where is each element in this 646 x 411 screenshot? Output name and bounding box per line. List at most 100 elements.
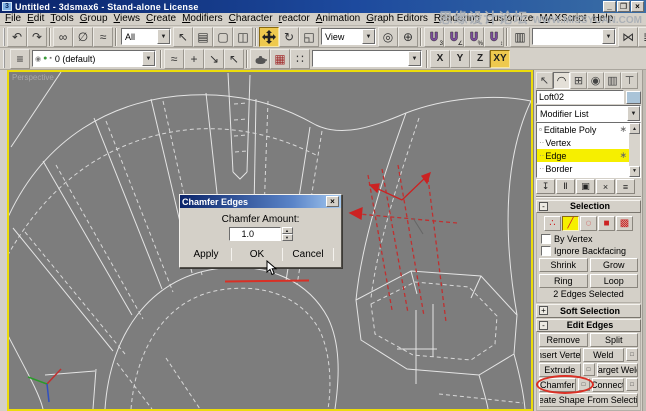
split-button[interactable]: Split <box>590 333 639 347</box>
axis-x-button[interactable]: X <box>430 50 450 68</box>
amount-spinner[interactable]: ▲ ▼ <box>282 227 293 241</box>
scroll-up-icon[interactable]: ▲ <box>629 123 640 134</box>
chevron-down-icon[interactable]: ▼ <box>142 51 155 66</box>
menu-character[interactable]: Character <box>226 13 276 25</box>
menu-group[interactable]: Group <box>77 13 111 25</box>
show-end-result-icon[interactable]: Ⅱ <box>556 179 575 194</box>
snap-toggle-3d-icon[interactable]: 3 <box>424 27 444 47</box>
tab-motion[interactable]: ◉ <box>587 72 604 89</box>
dialog-close-icon[interactable]: × <box>326 196 339 207</box>
element-icon[interactable]: ▩ <box>616 216 633 231</box>
menu-customize[interactable]: Customize <box>483 13 536 25</box>
mirror-icon[interactable]: ⋈ <box>618 27 638 47</box>
dialog-title-bar[interactable]: Chamfer Edges × <box>180 195 341 208</box>
stack-row-border[interactable]: ··Border <box>537 162 629 175</box>
stack-row-editable-poly[interactable]: ▫Editable Poly∗ <box>537 123 629 136</box>
remove-modifier-icon[interactable]: × <box>596 179 615 194</box>
edit-edges-rollout-header[interactable]: - Edit Edges <box>536 319 641 332</box>
selection-rollout-header[interactable]: - Selection <box>536 200 641 213</box>
window-crossing-icon[interactable]: ◫ <box>233 27 253 47</box>
menu-views[interactable]: Views <box>111 13 144 25</box>
create-shape-button[interactable]: Create Shape From Selection <box>539 393 638 407</box>
panel-scrollbar[interactable] <box>642 70 646 411</box>
vertex-icon[interactable]: ∴ <box>544 216 561 231</box>
modifier-list-dropdown[interactable]: Modifier List ▼ <box>536 105 641 122</box>
menu-create[interactable]: Create <box>143 13 179 25</box>
menu-graph-editors[interactable]: Graph Editors <box>363 13 431 25</box>
axis-y-button[interactable]: Y <box>450 50 470 68</box>
soft-selection-rollout-header[interactable]: + Soft Selection <box>536 304 641 317</box>
chamfer-button[interactable]: Chamfer <box>539 378 576 392</box>
chevron-down-icon[interactable]: ▼ <box>157 29 170 44</box>
chevron-down-icon[interactable]: ▼ <box>362 29 375 44</box>
menu-maxscript[interactable]: MAXScript <box>536 13 589 25</box>
angle-snap-icon[interactable]: ∠ <box>444 27 464 47</box>
menu-modifiers[interactable]: Modifiers <box>179 13 226 25</box>
select-and-rotate-icon[interactable]: ↻ <box>279 27 299 47</box>
tab-hierarchy[interactable]: ⊞ <box>570 72 587 89</box>
tab-display[interactable]: ▥ <box>604 72 621 89</box>
use-pivot-center-icon[interactable]: ◎ <box>378 27 398 47</box>
pin-stack-icon[interactable]: ↧ <box>536 179 555 194</box>
collapse-icon[interactable]: - <box>539 321 548 330</box>
object-name-field[interactable]: Loft02 <box>536 90 624 104</box>
viewport-label[interactable]: Perspective <box>12 73 54 82</box>
axis-z-button[interactable]: Z <box>470 50 490 68</box>
insert-vertex-button[interactable]: Insert Vertex <box>539 348 581 362</box>
cancel-button[interactable]: Cancel <box>286 248 330 261</box>
restore-button[interactable]: ❐ <box>617 1 630 12</box>
minimize-button[interactable]: _ <box>603 1 616 12</box>
rectangular-selection-icon[interactable]: ▢ <box>213 27 233 47</box>
unlink-selection-icon[interactable]: ∅ <box>73 27 93 47</box>
undo-icon[interactable]: ↶ <box>7 27 27 47</box>
redo-icon[interactable]: ↷ <box>27 27 47 47</box>
layer-manager-icon[interactable]: ≡ <box>10 49 30 69</box>
chevron-down-icon[interactable]: ▼ <box>627 106 640 121</box>
render-preset-dropdown[interactable]: ▼ <box>312 50 422 67</box>
toolbar-handle[interactable] <box>3 50 8 68</box>
tab-create[interactable]: ↖ <box>536 72 553 89</box>
edge-icon[interactable]: ╱ <box>562 216 579 231</box>
select-and-link-icon[interactable]: ∞ <box>53 27 73 47</box>
scroll-down-icon[interactable]: ▼ <box>629 166 640 177</box>
bind-to-space-warp-icon[interactable]: ≈ <box>93 27 113 47</box>
extrude-settings-button[interactable]: □ <box>583 363 595 376</box>
render-scene-icon[interactable] <box>250 49 270 69</box>
quick-render-icon[interactable]: ∷ <box>290 49 310 69</box>
menu-help[interactable]: Help <box>590 13 617 25</box>
edit-named-selections-icon[interactable]: ▥ <box>510 27 530 47</box>
toolbar-handle[interactable] <box>3 28 5 46</box>
reference-coord-dropdown[interactable]: View▼ <box>321 28 376 45</box>
menu-file[interactable]: File <box>2 13 24 25</box>
loop-button[interactable]: Loop <box>590 274 639 288</box>
border-icon[interactable]: ◌ <box>580 216 597 231</box>
weld-settings-button[interactable]: □ <box>626 348 638 361</box>
spinner-snap-icon[interactable]: ↕ <box>484 27 504 47</box>
stack-row-edge[interactable]: ··Edge∗ <box>537 149 629 162</box>
select-by-name-icon[interactable]: ▤ <box>193 27 213 47</box>
tab-modify[interactable]: ◠ <box>553 72 570 89</box>
select-and-move-icon[interactable] <box>259 27 279 47</box>
select-and-scale-icon[interactable]: ◱ <box>299 27 319 47</box>
named-selection-dropdown[interactable]: ▼ <box>532 28 616 45</box>
select-object-icon[interactable]: ↖ <box>173 27 193 47</box>
chevron-down-icon[interactable]: ▼ <box>602 29 615 44</box>
layer-dropdown[interactable]: ◉●▪0 (default)▼ <box>32 50 156 67</box>
shrink-button[interactable]: Shrink <box>539 258 588 272</box>
align-arrow-icon[interactable]: ↘ <box>204 49 224 69</box>
menu-reactor[interactable]: reactor <box>276 13 313 25</box>
menu-edit[interactable]: Edit <box>24 13 47 25</box>
target-weld-button[interactable]: Target Weld <box>597 363 639 377</box>
axis-xy-button[interactable]: XY <box>490 50 510 68</box>
connect-button[interactable]: Connect <box>592 378 624 392</box>
tab-utilities[interactable]: ⊤ <box>621 72 638 89</box>
menu-tools[interactable]: Tools <box>47 13 76 25</box>
weld-button[interactable]: Weld <box>583 348 625 362</box>
spinner-up-icon[interactable]: ▲ <box>282 227 293 234</box>
spinner-down-icon[interactable]: ▼ <box>282 234 293 241</box>
collapse-icon[interactable]: - <box>539 202 548 211</box>
selection-filter-dropdown[interactable]: All▼ <box>121 28 171 45</box>
chamfer-amount-input[interactable]: 1.0 <box>229 227 281 241</box>
by-vertex-checkbox[interactable] <box>541 234 551 244</box>
remove-button[interactable]: Remove <box>539 333 588 347</box>
